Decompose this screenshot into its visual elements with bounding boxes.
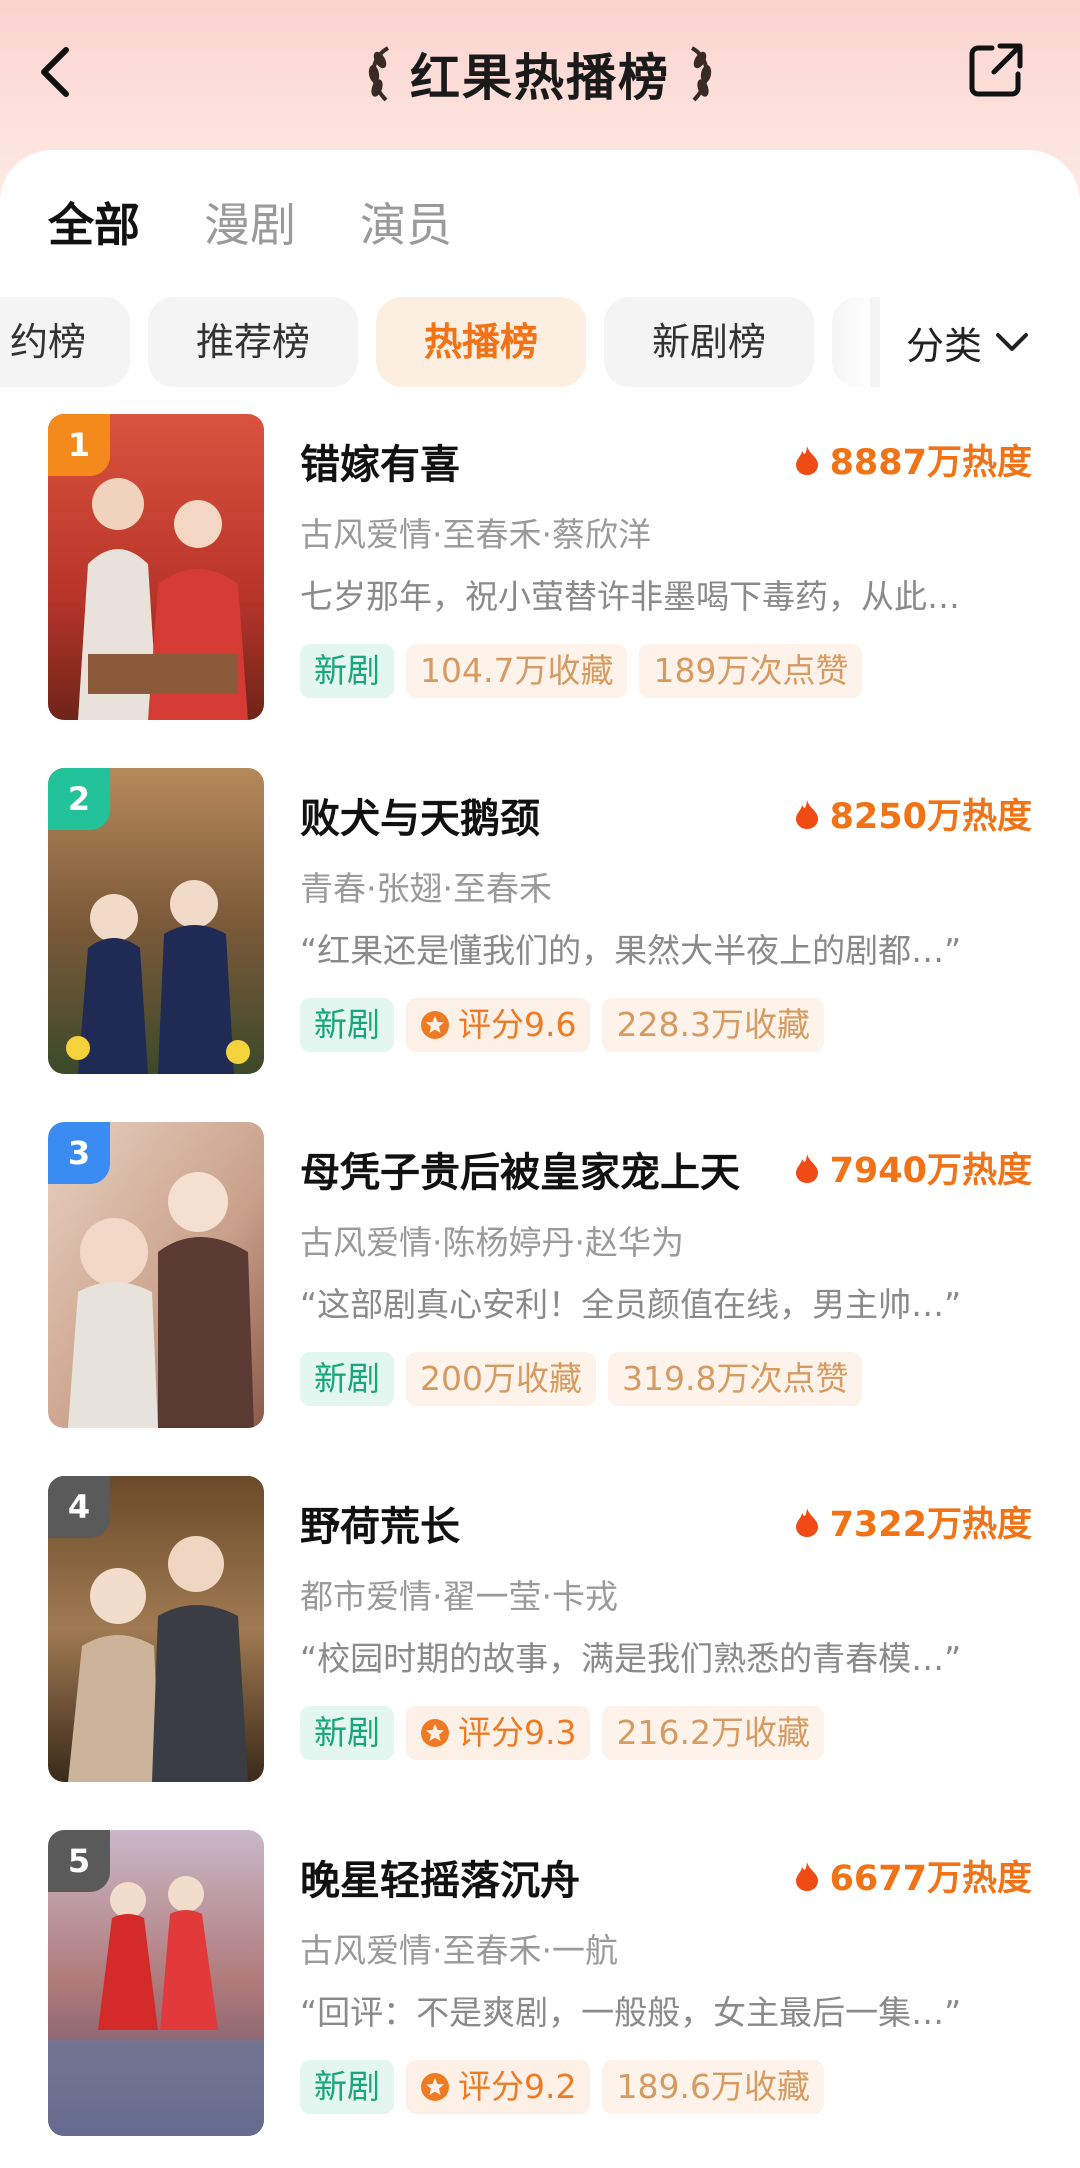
drama-title: 母凭子贵后被皇家宠上天: [300, 1150, 740, 1196]
heat-text: 8250万热度: [829, 797, 1032, 837]
heat-score: 7940万热度: [794, 1142, 1032, 1193]
heat-score: 7322万热度: [794, 1496, 1032, 1547]
chip-fade: [830, 297, 870, 387]
tab-actors[interactable]: 演员: [360, 185, 452, 265]
favorites-badge: 228.3万收藏: [602, 998, 824, 1052]
drama-title: 野荷荒长: [300, 1504, 460, 1550]
heat-text: 8887万热度: [829, 443, 1032, 483]
rating-badge: 评分9.3: [406, 1706, 591, 1760]
rating-text: 评分9.3: [458, 1713, 577, 1752]
laurel-left-icon: [368, 46, 390, 102]
fire-icon: [795, 1153, 818, 1183]
likes-badge: 319.8万次点赞: [608, 1352, 863, 1406]
category-label: 分类: [906, 323, 983, 368]
favorites-badge: 216.2万收藏: [602, 1706, 824, 1760]
chip-new-rank[interactable]: 新剧榜: [604, 297, 814, 387]
top-tabs: 全部 漫剧 演员: [0, 185, 1080, 265]
rating-badge: 评分9.2: [406, 2060, 591, 2114]
badge-row: 新剧 评分9.2 189.6万收藏: [300, 2060, 836, 2114]
title-bar: 红果热播榜: [0, 36, 1080, 112]
poster[interactable]: 1: [48, 414, 264, 720]
heat-text: 7940万热度: [829, 1151, 1032, 1191]
drama-title: 晚星轻摇落沉舟: [300, 1858, 580, 1904]
rating-text: 评分9.2: [458, 2067, 577, 2106]
rating-text: 评分9.6: [458, 1005, 577, 1044]
list-item[interactable]: 2 败犬与天鹅颈 8250万热度 青春·张翅·至春禾 “红果还是懂我们的，果然大…: [0, 766, 1080, 1076]
heat-text: 6677万热度: [829, 1859, 1032, 1899]
favorites-badge: 200万收藏: [406, 1352, 596, 1406]
rating-badge: 评分9.6: [406, 998, 591, 1052]
heat-score: 8250万热度: [794, 788, 1032, 839]
tab-comic-drama[interactable]: 漫剧: [204, 185, 296, 265]
drama-description: “红果还是懂我们的，果然大半夜上的剧都…”: [300, 931, 962, 970]
rank-badge: 4: [48, 1476, 110, 1538]
fire-icon: [795, 1507, 818, 1537]
likes-badge: 189万次点赞: [639, 644, 863, 698]
rank-badge: 5: [48, 1830, 110, 1892]
poster[interactable]: 4: [48, 1476, 264, 1782]
fire-icon: [795, 445, 818, 475]
star-icon: [421, 1011, 449, 1039]
drama-meta: 古风爱情·至春禾·一航: [300, 1931, 618, 1970]
badge-row: 新剧 评分9.3 216.2万收藏: [300, 1706, 836, 1760]
list-item[interactable]: 1 错嫁有喜 8887万热度 古风爱情·至春禾·蔡欣洋 七岁那年，祝小萤替许非墨…: [0, 412, 1080, 722]
poster[interactable]: 3: [48, 1122, 264, 1428]
share-button[interactable]: [964, 38, 1028, 102]
chevron-down-icon: [996, 333, 1029, 351]
tab-all[interactable]: 全部: [48, 185, 140, 265]
page-title: 红果热播榜: [410, 49, 670, 107]
drama-description: “校园时期的故事，满是我们熟悉的青春模…”: [300, 1639, 962, 1678]
laurel-right-icon: [690, 46, 712, 102]
favorites-badge: 189.6万收藏: [602, 2060, 824, 2114]
fire-icon: [795, 1861, 818, 1891]
drama-title: 败犬与天鹅颈: [300, 796, 540, 842]
poster[interactable]: 2: [48, 768, 264, 1074]
poster[interactable]: 5: [48, 1830, 264, 2136]
heat-text: 7322万热度: [829, 1505, 1032, 1545]
chip-recommend-rank[interactable]: 推荐榜: [148, 297, 358, 387]
badge-row: 新剧 评分9.6 228.3万收藏: [300, 998, 836, 1052]
list-item[interactable]: 3 母凭子贵后被皇家宠上天 7940万热度 古风爱情·陈杨婷丹·赵华为 “这部剧…: [0, 1120, 1080, 1430]
chip-label: 约榜: [9, 320, 86, 364]
badge-row: 新剧 104.7万收藏 189万次点赞: [300, 644, 874, 698]
favorites-badge: 104.7万收藏: [406, 644, 628, 698]
drama-description: “这部剧真心安利！全员颜值在线，男主帅…”: [300, 1285, 962, 1324]
drama-meta: 都市爱情·翟一莹·卡戎: [300, 1577, 618, 1616]
new-badge: 新剧: [300, 2060, 394, 2114]
category-dropdown[interactable]: 分类: [880, 297, 1080, 387]
drama-meta: 古风爱情·至春禾·蔡欣洋: [300, 515, 651, 554]
list-item[interactable]: 5 晚星轻摇落沉舟 6677万热度 古风爱情·至春禾·一航 “回评：不是爽剧，一…: [0, 1828, 1080, 2138]
rank-badge: 2: [48, 768, 110, 830]
badge-row: 新剧 200万收藏 319.8万次点赞: [300, 1352, 874, 1406]
chip-appointment-rank[interactable]: 约榜: [0, 297, 130, 387]
drama-meta: 青春·张翅·至春禾: [300, 869, 552, 908]
drama-meta: 古风爱情·陈杨婷丹·赵华为: [300, 1223, 684, 1262]
list-item[interactable]: 4 野荷荒长 7322万热度 都市爱情·翟一莹·卡戎 “校园时期的故事，满是我们…: [0, 1474, 1080, 1784]
drama-title: 错嫁有喜: [300, 442, 460, 488]
fire-icon: [795, 799, 818, 829]
rank-badge: 3: [48, 1122, 110, 1184]
new-badge: 新剧: [300, 1352, 394, 1406]
chip-hot-rank[interactable]: 热播榜: [376, 297, 586, 387]
drama-description: “回评：不是爽剧，一般般，女主最后一集…”: [300, 1993, 962, 2032]
new-badge: 新剧: [300, 1706, 394, 1760]
drama-description: 七岁那年，祝小萤替许非墨喝下毒药，从此…: [300, 577, 960, 616]
new-badge: 新剧: [300, 644, 394, 698]
share-icon: [969, 43, 1023, 97]
new-badge: 新剧: [300, 998, 394, 1052]
star-icon: [421, 2073, 449, 2101]
heat-score: 8887万热度: [794, 434, 1032, 485]
heat-score: 6677万热度: [794, 1850, 1032, 1901]
rank-badge: 1: [48, 414, 110, 476]
star-icon: [421, 1719, 449, 1747]
